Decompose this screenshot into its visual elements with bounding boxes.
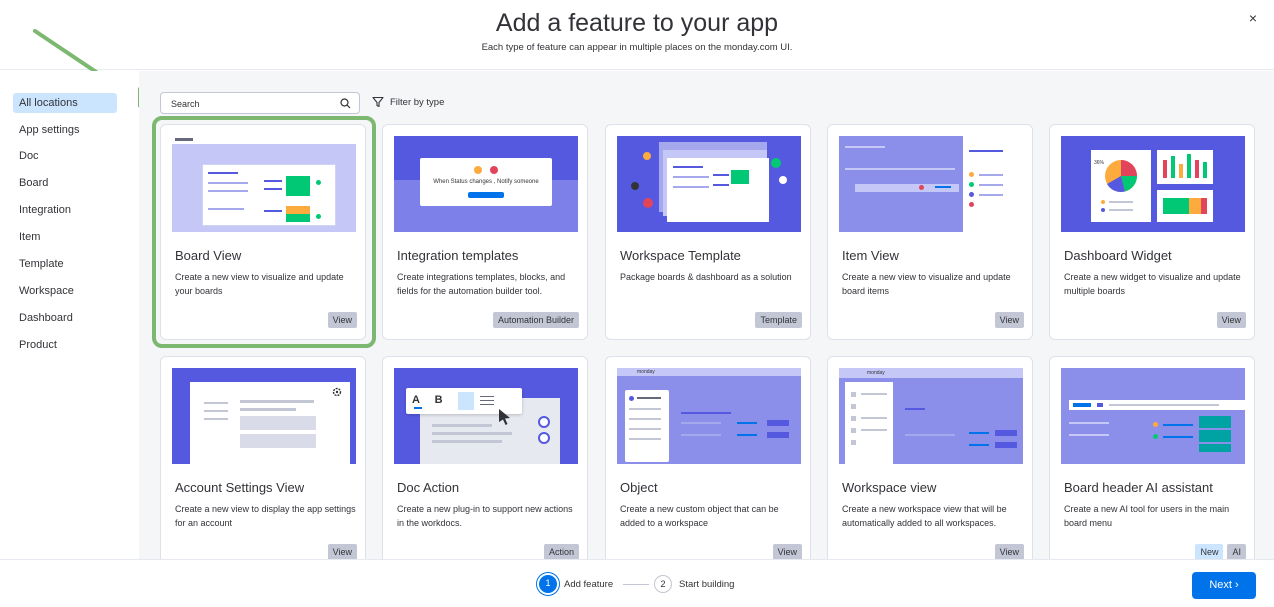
feature-card-board-header-ai-assistant[interactable]: Board header AI assistant Create a new A… <box>1049 356 1255 559</box>
step-label: Add feature <box>564 578 614 590</box>
sidebar-item-integration[interactable]: Integration <box>13 200 117 220</box>
workspace-app-logo: monday <box>867 370 885 376</box>
location-sidebar: All locations App settings Doc Board Int… <box>0 71 138 559</box>
card-title: Workspace Template <box>620 248 741 263</box>
dialog-title: Add a feature to your app <box>495 9 779 37</box>
card-description: Create a new widget to visualize and upd… <box>1064 272 1241 296</box>
sidebar-item-template[interactable]: Template <box>13 254 117 274</box>
card-description: Create integrations templates, blocks, a… <box>397 272 566 296</box>
step-label: Start building <box>679 578 735 590</box>
cursor-icon <box>499 409 510 425</box>
card-title: Workspace view <box>842 480 937 495</box>
card-title: Account Settings View <box>175 480 305 495</box>
close-icon[interactable]: × <box>1249 10 1257 26</box>
card-title: Item View <box>842 248 899 263</box>
feature-card-object[interactable]: monday Object Create a new custom object… <box>605 356 811 559</box>
card-description: Package boards & dashboard as a solution <box>620 272 792 282</box>
account-settings-illustration <box>172 368 356 464</box>
card-description: Create a new view to display the app set… <box>175 504 356 528</box>
feature-card-workspace-template[interactable]: Workspace Template Package boards & dash… <box>605 124 811 340</box>
feature-card-account-settings-view[interactable]: Account Settings View Create a new view … <box>160 356 366 559</box>
search-icon[interactable] <box>340 98 351 109</box>
step-start-building: 2 Start building <box>654 575 734 593</box>
filter-by-type-button[interactable]: Filter by type <box>372 96 444 108</box>
sidebar-item-app-settings[interactable]: App settings <box>13 120 117 140</box>
step-add-feature: 1 Add feature <box>539 575 613 593</box>
filter-icon <box>372 96 384 108</box>
card-title: Object <box>620 480 658 495</box>
search-input[interactable] <box>171 96 331 112</box>
sidebar-item-doc[interactable]: Doc <box>13 146 117 166</box>
search-box <box>160 92 360 114</box>
card-tag-new: New <box>1195 544 1224 559</box>
next-button[interactable]: Next › <box>1192 572 1256 599</box>
integration-templates-illustration: When Status changes , Notify someone <box>394 136 578 232</box>
feature-card-workspace-view[interactable]: monday Workspace view Create a new works… <box>827 356 1033 559</box>
card-tag: View <box>772 544 802 559</box>
workspace-view-illustration: monday <box>839 368 1023 464</box>
object-illustration: monday <box>617 368 801 464</box>
wizard-footer: 1 Add feature 2 Start building Next › <box>0 559 1274 607</box>
dialog-subtitle: Each type of feature can appear in multi… <box>481 42 793 53</box>
card-tag: View <box>327 544 357 559</box>
sidebar-item-all-locations[interactable]: All locations <box>13 93 117 113</box>
feature-card-integration-templates[interactable]: When Status changes , Notify someone Int… <box>382 124 588 340</box>
card-description: Create a new workspace view that will be… <box>842 504 1007 528</box>
integration-image-text: When Status changes , Notify someone <box>433 179 539 185</box>
sidebar-item-dashboard[interactable]: Dashboard <box>13 308 117 328</box>
dashboard-widget-illustration: 36% <box>1061 136 1245 232</box>
card-tag: View <box>994 544 1024 559</box>
sidebar-item-product[interactable]: Product <box>13 335 117 355</box>
highlight-outline <box>152 116 376 348</box>
sidebar-item-item[interactable]: Item <box>13 227 117 247</box>
ai-assistant-illustration <box>1061 368 1245 464</box>
card-title: Integration templates <box>397 248 519 263</box>
step-number: 2 <box>654 575 672 593</box>
card-tag: Template <box>755 312 802 328</box>
sidebar-item-workspace[interactable]: Workspace <box>13 281 117 301</box>
sidebar-item-board[interactable]: Board <box>13 173 117 193</box>
item-view-illustration <box>839 136 1023 232</box>
step-connector <box>623 584 649 585</box>
card-description: Create a new custom object that can be a… <box>620 504 779 528</box>
object-app-logo: monday <box>637 369 655 375</box>
feature-card-item-view[interactable]: Item View Create a new view to visualize… <box>827 124 1033 340</box>
card-tag: View <box>1216 312 1246 328</box>
widget-percent-label: 36% <box>1094 160 1105 166</box>
step-number: 1 <box>539 575 557 593</box>
workspace-template-illustration <box>617 136 801 232</box>
card-tag: View <box>994 312 1024 328</box>
doc-action-illustration: A B I <box>394 368 578 464</box>
card-title: Dashboard Widget <box>1064 248 1172 263</box>
card-tag: Automation Builder <box>492 312 579 328</box>
dialog-header: Add a feature to your app Each type of f… <box>0 0 1274 70</box>
feature-card-doc-action[interactable]: A B I Doc Action Create a new plug-in to… <box>382 356 588 559</box>
card-description: Create a new AI tool for users in the ma… <box>1064 504 1230 528</box>
pie-chart-icon <box>1105 160 1137 193</box>
card-title: Doc Action <box>397 480 460 495</box>
gear-icon <box>332 387 342 397</box>
card-description: Create a new view to visualize and updat… <box>842 272 1011 296</box>
feature-card-dashboard-widget[interactable]: 36% Dashboard Widget Create a new widget… <box>1049 124 1255 340</box>
card-description: Create a new plug-in to support new acti… <box>397 504 573 528</box>
card-title: Board header AI assistant <box>1064 480 1213 495</box>
card-tag: Action <box>543 544 579 559</box>
card-tag-ai: AI <box>1227 544 1246 559</box>
filter-label: Filter by type <box>390 96 445 108</box>
